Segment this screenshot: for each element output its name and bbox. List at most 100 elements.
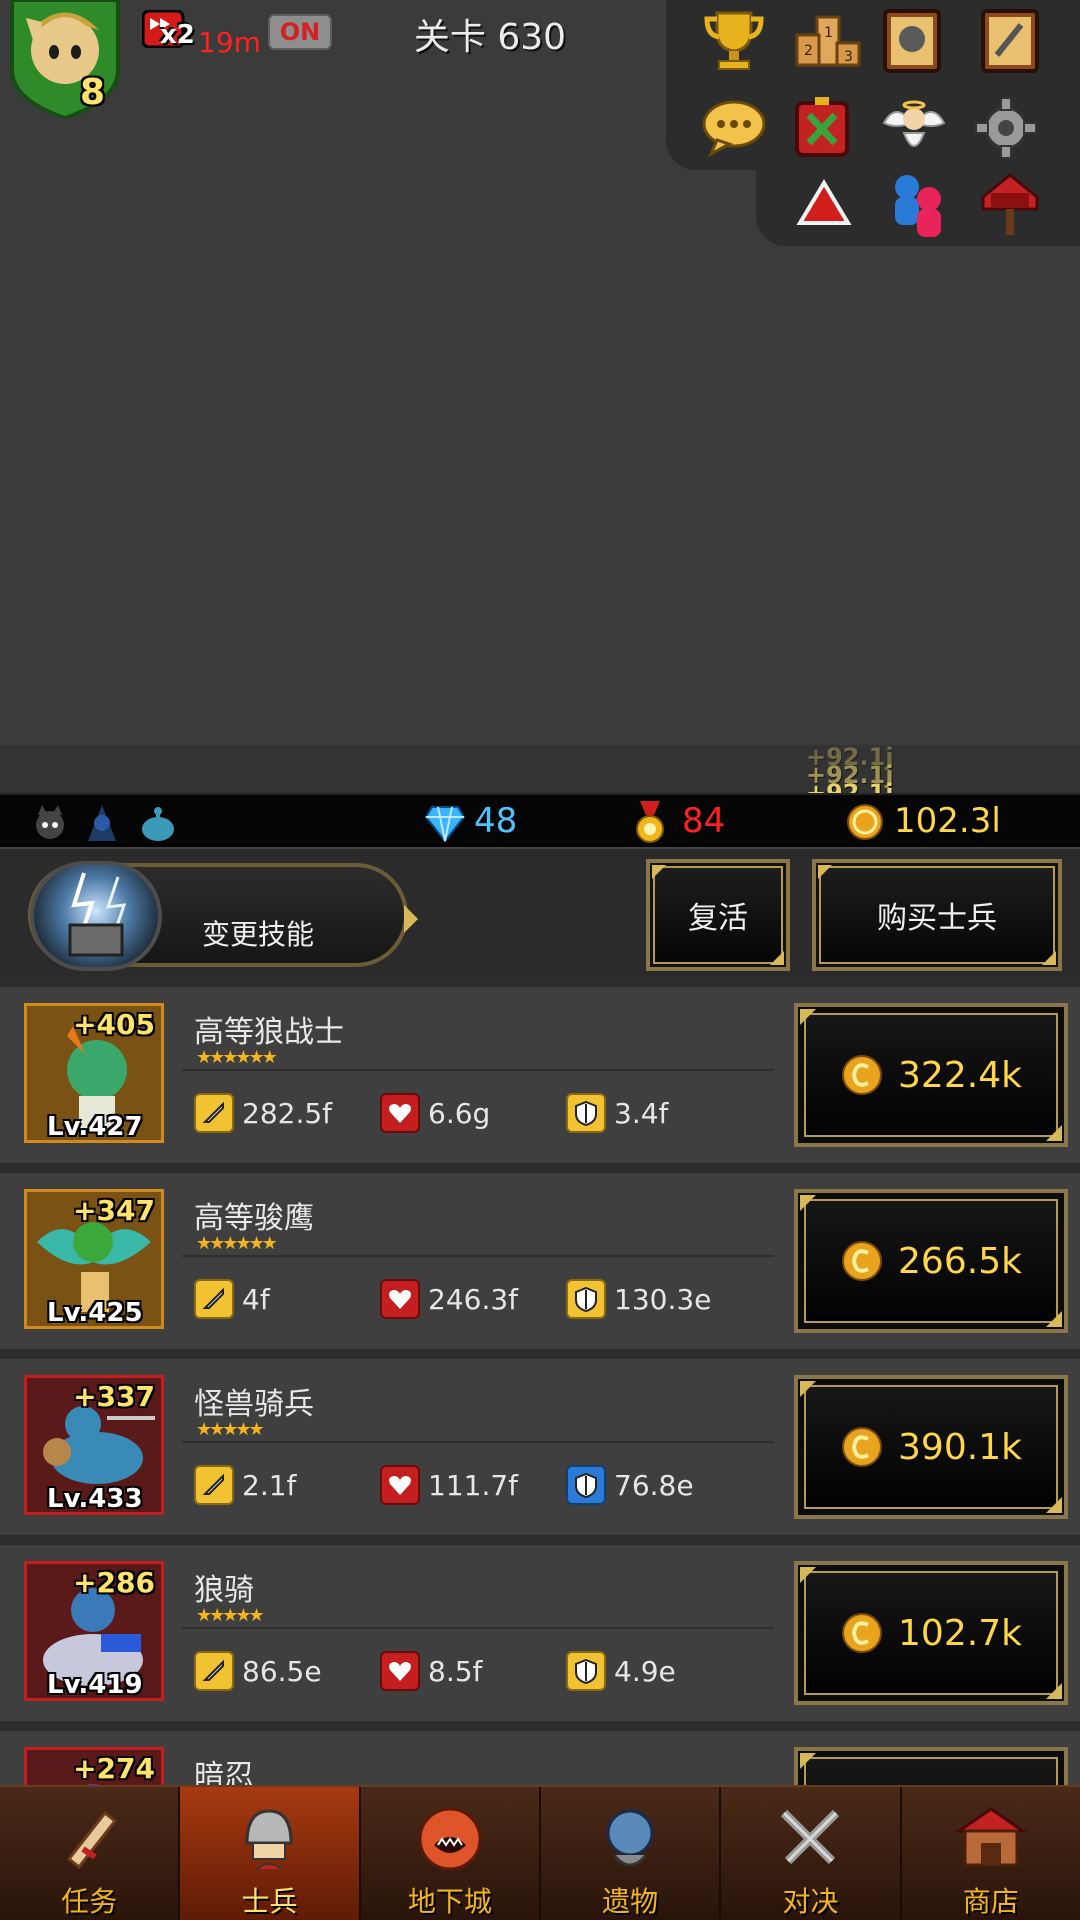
auto-toggle[interactable]: ON [268,14,332,50]
soldier-list[interactable]: +405 Lv.427 高等狼战士 ★★★★★★ 282.5f 6.6g 3.4… [0,981,1080,1785]
soldier-row[interactable]: +274 暗忍 [0,1731,1080,1785]
knight-helmet-icon [245,1809,293,1870]
upgrade-price-button[interactable]: 266.5k [794,1189,1068,1333]
friends-icon[interactable] [880,166,956,242]
soldier-level: Lv.419 [47,1670,143,1700]
trophy-icon[interactable] [696,2,772,78]
star-rating: ★★★★★ [196,1419,265,1440]
upgrade-price-button[interactable]: 390.1k [794,1375,1068,1519]
battle-strip: +92.1j +92.1j +92.1j [0,743,1080,807]
shield-icon [566,1465,606,1505]
gear-icon[interactable] [968,90,1044,166]
attack-value: 4f [242,1282,270,1316]
scroll-icon [67,1810,118,1870]
tab-label: 遗物 [602,1885,659,1918]
defense-stat: 130.3e [566,1279,711,1319]
attack-stat: 282.5f [194,1093,332,1133]
upgrade-price-button[interactable]: 102.7k [794,1561,1068,1705]
speed-time-left: 19m [198,26,261,59]
upgrade-bonus: +405 [73,1008,155,1041]
buy-soldier-label: 购买士兵 [877,901,997,936]
svg-text:1: 1 [824,25,833,41]
price-value: 322.4k [898,1054,1022,1096]
defense-value: 4.9e [614,1654,676,1688]
resource-bar: 48 84 102.3l [0,793,1080,849]
tab-shop[interactable]: 商店 [902,1787,1080,1920]
upgrade-bonus: +347 [73,1194,155,1227]
attack-value: 282.5f [242,1096,333,1130]
soldier-portrait[interactable]: +347 Lv.425 [24,1189,164,1329]
tab-duel[interactable]: 对决 [721,1787,902,1920]
price-value: 266.5k [898,1240,1022,1282]
hp-value: 8.5f [428,1654,483,1688]
soldier-row[interactable]: +286 Lv.419 狼骑 ★★★★★ 86.5e 8.5f 4.9e 102… [0,1545,1080,1721]
mailbox-icon[interactable] [972,166,1048,242]
leaderboard-icon[interactable]: 12 3 [790,2,866,78]
monster-plant-icon [418,1807,482,1871]
gold-count: 102.3l [894,801,1001,841]
defense-stat: 76.8e [566,1465,694,1505]
star-rating: ★★★★★★ [196,1233,278,1254]
price-value: 390.1k [898,1426,1022,1468]
defense-value: 76.8e [614,1468,694,1502]
tab-quests[interactable]: 任务 [0,1787,181,1920]
angel-icon[interactable] [876,90,952,166]
soldier-name: 怪兽骑兵 [194,1387,314,1422]
svg-text:2: 2 [804,43,813,59]
soldier-portrait[interactable]: +405 Lv.427 [24,1003,164,1143]
gold-coin-icon [846,803,884,845]
sword-book-icon[interactable] [972,2,1048,78]
upgrade-price-button[interactable]: 322.4k [794,1003,1068,1147]
defense-stat: 4.9e [566,1651,676,1691]
attack-stat: 4f [194,1279,270,1319]
gold-coin-icon [842,1613,883,1653]
player-avatar[interactable] [6,0,124,121]
soldier-row[interactable]: +405 Lv.427 高等狼战士 ★★★★★★ 282.5f 6.6g 3.4… [0,987,1080,1163]
medal-icon [632,799,668,849]
soldier-portrait[interactable]: +286 Lv.419 [24,1561,164,1701]
helmet-book-icon[interactable] [874,2,950,78]
gem-count: 48 [474,801,518,841]
hp-stat: 8.5f [380,1651,482,1691]
soldier-row[interactable]: +337 Lv.433 怪兽骑兵 ★★★★★ 2.1f 111.7f 76.8e… [0,1359,1080,1535]
sword-icon [194,1279,234,1319]
soldier-level: Lv.433 [47,1484,143,1514]
shop-stall-icon [953,1807,1028,1867]
gold-coin-icon [842,1241,883,1281]
upgrade-bonus: +337 [73,1380,155,1413]
tab-soldiers[interactable]: 士兵 [180,1787,361,1920]
tab-label: 地下城 [407,1885,492,1918]
soldier-portrait[interactable]: +337 Lv.433 [24,1375,164,1515]
buy-soldier-button[interactable]: 购买士兵 [812,859,1062,971]
chevron-right-icon [404,905,418,933]
soldier-portrait[interactable]: +274 [24,1747,164,1785]
shield-icon [566,1651,606,1691]
attack-stat: 2.1f [194,1465,296,1505]
guild-banner-icon[interactable] [784,90,860,166]
revive-button[interactable]: 复活 [646,859,790,971]
hp-value: 111.7f [428,1468,519,1502]
gem-icon [424,803,466,847]
tab-label: 士兵 [241,1885,298,1918]
medal-count: 84 [682,801,726,841]
change-skill-label: 变更技能 [202,918,315,951]
star-rating: ★★★★★ [196,1605,265,1626]
chat-icon[interactable] [696,90,772,166]
soldier-name: 高等骏鹰 [194,1201,314,1236]
soldier-row[interactable]: +347 Lv.425 高等骏鹰 ★★★★★★ 4f 246.3f 130.3e… [0,1173,1080,1349]
red-triangle-icon[interactable] [786,166,862,242]
defense-value: 130.3e [614,1282,712,1316]
sword-icon [194,1651,234,1691]
tab-dungeon[interactable]: 地下城 [361,1787,541,1920]
upgrade-price-button[interactable] [794,1747,1068,1785]
soldier-name: 高等狼战士 [194,1015,344,1050]
soldier-name: 暗忍 [194,1759,254,1785]
hp-stat: 111.7f [380,1465,518,1505]
star-rating: ★★★★★★ [196,1047,278,1068]
heart-icon [380,1093,420,1133]
tab-relics[interactable]: 遗物 [541,1787,722,1920]
hp-stat: 246.3f [380,1279,518,1319]
gold-coin-icon [842,1055,883,1095]
battlefield-area: 8 x2 19m ON 关卡 630 12 3 [0,0,1080,745]
heart-icon [380,1279,420,1319]
